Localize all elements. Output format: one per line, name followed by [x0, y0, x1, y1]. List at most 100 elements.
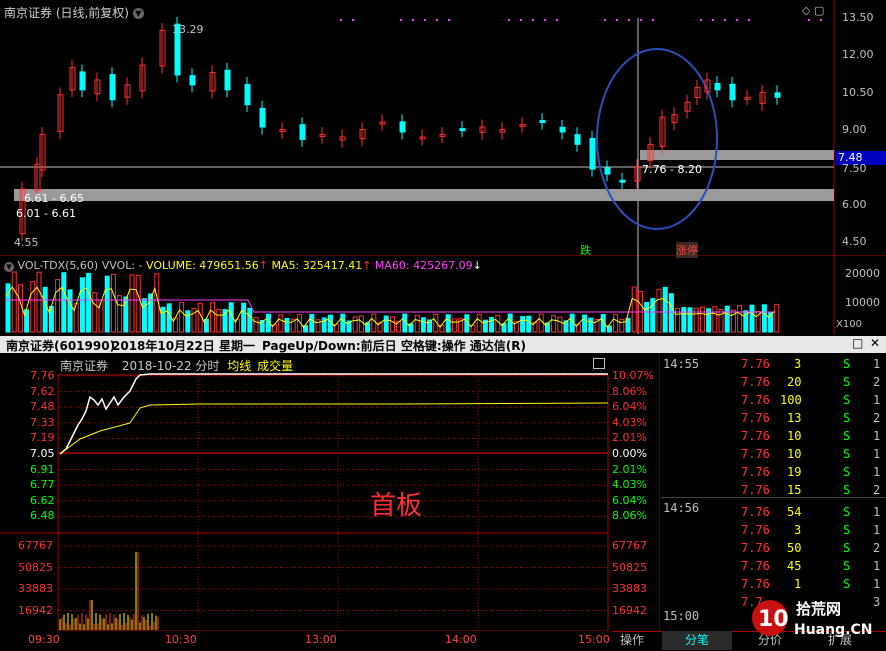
candle-body: [619, 179, 626, 183]
trade-volume: 10: [787, 429, 802, 443]
volume-bar: [761, 304, 767, 333]
trade-volume: 1: [794, 577, 802, 591]
trade-volume: 19: [787, 465, 802, 479]
trade-volume: 45: [787, 559, 802, 573]
trade-count: 1: [873, 429, 881, 443]
vol-axis-label: 67767: [612, 539, 647, 552]
trade-side: S: [843, 411, 851, 425]
trade-side: S: [843, 523, 851, 537]
axis-label: 4.50: [842, 235, 867, 248]
price-axis: 13.50 12.00 10.50 9.00 7.50 6.00 4.50: [836, 0, 886, 256]
svg-text:10: 10: [758, 607, 789, 632]
trade-price: 7.76: [741, 429, 770, 443]
intraday-panel[interactable]: 南京证券 2018-10-22 分时 均线 成交量 7.76 7.62 7.48 7.…: [0, 353, 660, 631]
pct-axis-label: 2.01%: [612, 462, 647, 476]
candle-body: [259, 107, 266, 128]
volume-bar: [371, 313, 377, 333]
watermark-logo: 10 拾荒网 Huang.CN: [744, 594, 882, 640]
svg-text:拾荒网: 拾荒网: [796, 600, 841, 618]
pct-axis-label: 2.01%: [612, 431, 647, 445]
volume-bar: [774, 303, 780, 333]
candle-body: [559, 126, 566, 133]
tab-ticks[interactable]: 分笔: [662, 631, 732, 650]
maximize-icon[interactable]: □: [852, 336, 863, 350]
volume-panel[interactable]: ▼ VOL-TDX(5,60) VVOL: - VOLUME: 479651.5…: [0, 256, 886, 334]
pct-axis-label: 8.06%: [612, 384, 647, 398]
kline-chart[interactable]: [0, 0, 886, 256]
candle-body: [399, 121, 406, 133]
vol-axis-label: 50825: [612, 560, 647, 574]
volume-bar: [315, 319, 321, 333]
signal-dot: [628, 19, 630, 21]
close-icon[interactable]: ✕: [870, 336, 880, 350]
volume-bar: [340, 313, 346, 333]
candle-body: [729, 83, 736, 101]
tab-operate[interactable]: 操作: [612, 631, 652, 650]
intraday-chart[interactable]: [0, 353, 660, 631]
header-date: 2018年10月22日 星期一: [112, 339, 255, 353]
volume-bar: [681, 307, 687, 333]
volume-bar: [104, 275, 110, 333]
axis-label: 7.50: [842, 162, 867, 175]
candle-body: [109, 74, 116, 101]
trade-side: S: [843, 357, 851, 371]
volume-bar: [656, 288, 662, 333]
price-axis-label: 7.62: [30, 384, 55, 398]
axis-label: 20000: [845, 267, 880, 280]
unit-label: X100: [836, 319, 862, 330]
trade-price: 7.76: [741, 541, 770, 555]
volume-bar: [141, 298, 147, 333]
volume-bar: [67, 289, 73, 333]
vol-axis-label: 67767: [18, 539, 53, 552]
candle-body: [224, 69, 231, 91]
trade-volume: 3: [794, 523, 802, 537]
price-axis-label: 7.33: [30, 415, 55, 429]
low-label: 4.55: [14, 236, 39, 249]
signal-dot: [712, 19, 714, 21]
trades-panel[interactable]: 14:55 14:56 15:00 7.76 3 S 1 7.76 20 S 2 7.76 100…: [661, 353, 886, 631]
trade-volume: 50: [787, 541, 802, 555]
signal-dot: [736, 19, 738, 21]
volume-bar: [86, 272, 92, 333]
vol-axis-label: 16942: [18, 603, 53, 617]
volume-bar: [11, 271, 17, 333]
price-axis-label: 6.77: [30, 478, 55, 492]
trade-side: S: [843, 577, 851, 591]
trade-side: S: [843, 447, 851, 461]
trade-volume: 3: [794, 357, 802, 371]
kline-panel[interactable]: 南京证券 (日线,前复权) ▼ 7.48 13.29 4.55 6.61 - 6…: [0, 0, 886, 258]
trade-price: 7.76: [741, 523, 770, 537]
signal-dot: [640, 19, 642, 21]
trade-volume: 100: [780, 393, 802, 407]
volume-bar: [718, 308, 724, 333]
volume-bar: [309, 313, 315, 333]
high-label: 13.29: [172, 23, 204, 36]
volume-chart: [5, 256, 835, 334]
trade-price: 7.76: [741, 393, 770, 407]
signal-dot: [352, 19, 354, 21]
volume-bar: [699, 306, 705, 333]
axis-label: 10000: [845, 296, 880, 309]
trade-price: 7.76: [741, 559, 770, 573]
trade-side: S: [843, 465, 851, 479]
time-label: 10:30: [165, 633, 197, 646]
stock-code: 南京证券(601990): [6, 339, 116, 353]
volume-bar: [210, 302, 216, 333]
vol-axis-label: 33883: [612, 582, 647, 595]
signal-dot: [436, 19, 438, 21]
trade-count: 1: [873, 523, 881, 537]
trade-time: 14:56: [663, 501, 700, 515]
trade-count: 2: [873, 411, 881, 425]
gap-band: [640, 150, 834, 160]
trade-price: 7.76: [741, 411, 770, 425]
volume-bar: [383, 315, 389, 333]
price-axis-label: 7.19: [30, 431, 55, 445]
volume-bar: [582, 314, 588, 333]
volume-bar: [588, 317, 594, 333]
volume-bar: [129, 274, 135, 333]
time-axis: 09:30 10:30 13:00 14:00 15:00: [0, 631, 660, 650]
volume-bar: [749, 304, 755, 333]
volume-bar: [489, 317, 495, 333]
trade-count: 1: [873, 505, 881, 519]
nav-icons[interactable]: ◇ ▢: [802, 4, 824, 17]
